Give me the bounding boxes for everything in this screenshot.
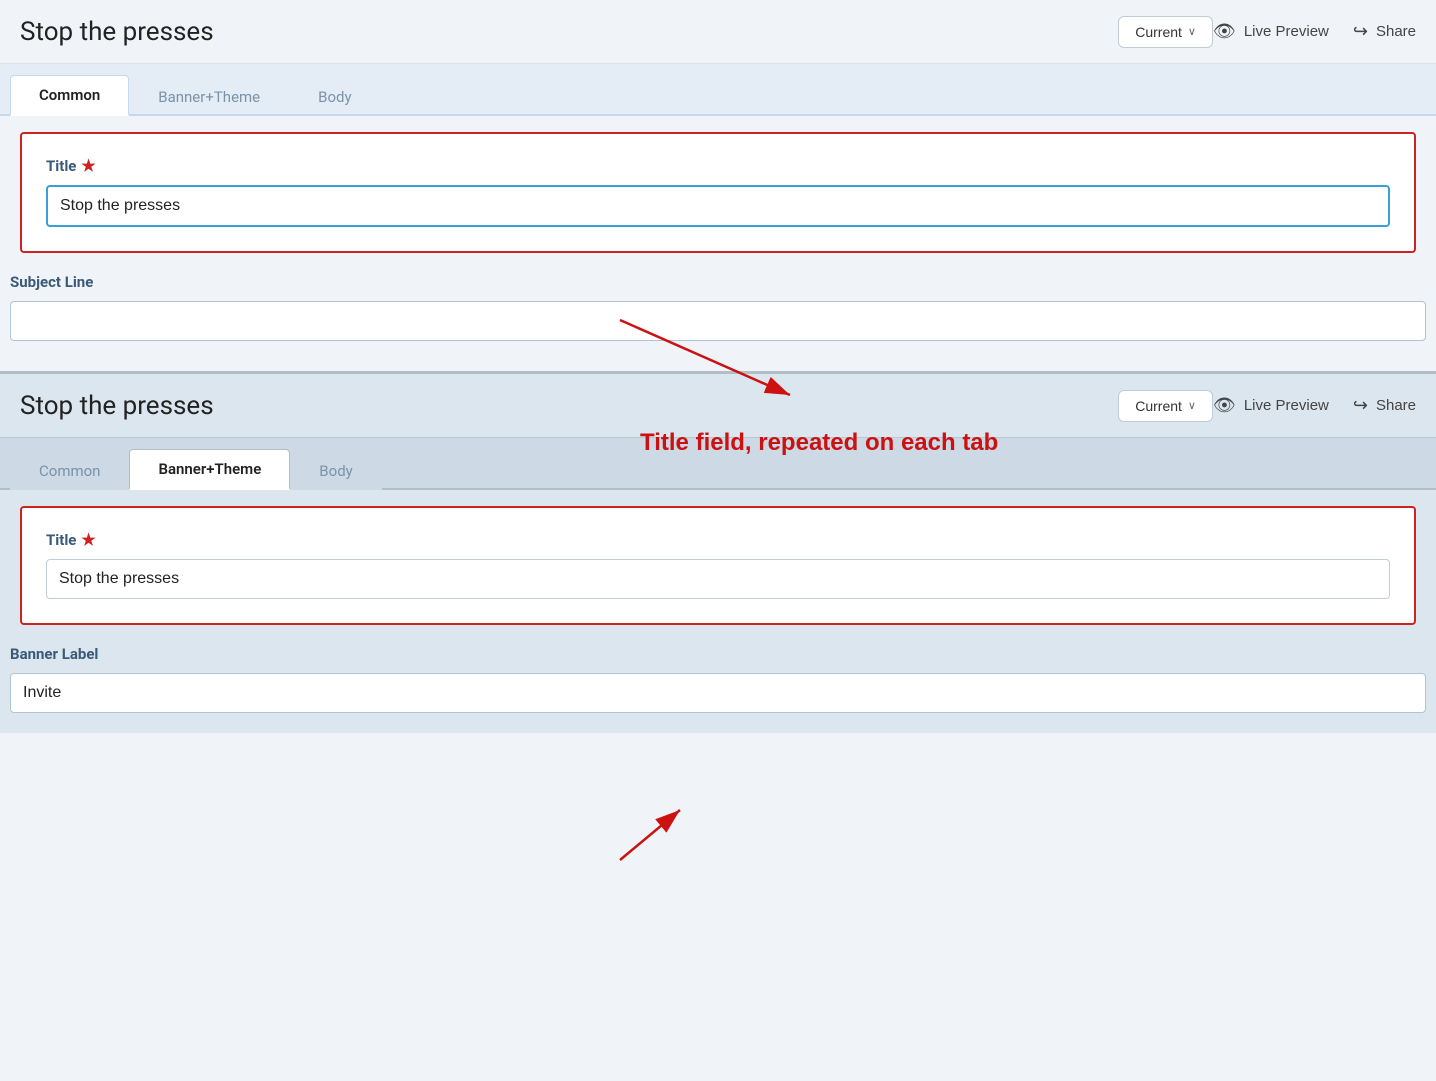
share-icon-1: ↪ — [1353, 21, 1368, 42]
chevron-down-icon-1: ∨ — [1188, 25, 1196, 38]
live-preview-button-2[interactable]: 👁 Live Preview — [1213, 395, 1329, 416]
title-input-1[interactable] — [46, 185, 1390, 227]
title-input-2[interactable] — [46, 559, 1390, 599]
page-title-1: Stop the presses — [20, 17, 1098, 47]
header-bar-2: Stop the presses Current ∨ 👁 Live Previe… — [0, 374, 1436, 438]
share-label-2: Share — [1376, 397, 1416, 414]
banner-label-2: Banner Label — [10, 645, 1426, 663]
share-icon-2: ↪ — [1353, 395, 1368, 416]
version-dropdown-1[interactable]: Current ∨ — [1118, 16, 1213, 48]
banner-section-2: Banner Label — [10, 645, 1426, 713]
page-wrapper: Title field, repeated on each tab Stop t… — [0, 0, 1436, 1081]
required-indicator-1: ★ — [81, 156, 95, 175]
tab-banner-theme-2[interactable]: Banner+Theme — [129, 449, 290, 490]
header-actions-1: 👁 Live Preview ↪ Share — [1213, 21, 1416, 42]
header-bar-1: Stop the presses Current ∨ 👁 Live Previe… — [0, 0, 1436, 64]
content-wrapper-1: Title ★ Subject Line — [0, 116, 1436, 341]
title-label-1: Title ★ — [46, 156, 1390, 175]
header-actions-2: 👁 Live Preview ↪ Share — [1213, 395, 1416, 416]
section-2: Stop the presses Current ∨ 👁 Live Previe… — [0, 371, 1436, 733]
live-preview-label-1: Live Preview — [1244, 23, 1329, 40]
title-section-2: Title ★ — [20, 506, 1416, 625]
chevron-down-icon-2: ∨ — [1188, 399, 1196, 412]
tab-common-1[interactable]: Common — [10, 75, 129, 116]
tabs-bar-1: Common Banner+Theme Body — [0, 64, 1436, 116]
banner-input-2[interactable] — [10, 673, 1426, 713]
tab-common-2[interactable]: Common — [10, 451, 129, 490]
subject-section-1: Subject Line — [10, 273, 1426, 341]
tab-body-2[interactable]: Body — [290, 451, 381, 490]
share-label-1: Share — [1376, 23, 1416, 40]
subject-input-1[interactable] — [10, 301, 1426, 341]
share-button-2[interactable]: ↪ Share — [1353, 395, 1416, 416]
dropdown-label-1: Current — [1135, 24, 1182, 40]
tab-banner-theme-1[interactable]: Banner+Theme — [129, 77, 289, 116]
tabs-bar-2: Common Banner+Theme Body — [0, 438, 1436, 490]
eye-icon-1: 👁 — [1213, 21, 1236, 42]
page-title-2: Stop the presses — [20, 391, 1098, 421]
share-button-1[interactable]: ↪ Share — [1353, 21, 1416, 42]
live-preview-label-2: Live Preview — [1244, 397, 1329, 414]
section-1: Stop the presses Current ∨ 👁 Live Previe… — [0, 0, 1436, 361]
title-section-1: Title ★ — [20, 132, 1416, 253]
content-wrapper-2: Title ★ Banner Label — [0, 490, 1436, 713]
tab-body-1[interactable]: Body — [289, 77, 380, 116]
version-dropdown-2[interactable]: Current ∨ — [1118, 390, 1213, 422]
eye-icon-2: 👁 — [1213, 395, 1236, 416]
dropdown-label-2: Current — [1135, 398, 1182, 414]
live-preview-button-1[interactable]: 👁 Live Preview — [1213, 21, 1329, 42]
title-label-2: Title ★ — [46, 530, 1390, 549]
subject-label-1: Subject Line — [10, 273, 1426, 291]
required-indicator-2: ★ — [81, 530, 95, 549]
